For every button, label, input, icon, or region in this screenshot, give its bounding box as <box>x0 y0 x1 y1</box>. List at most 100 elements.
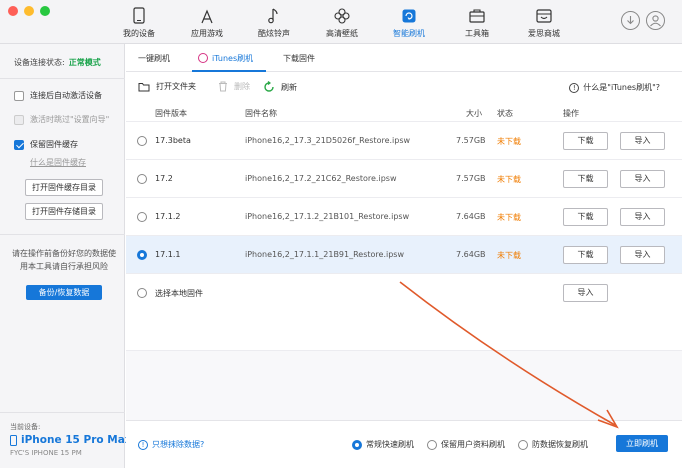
nav-label: 工具箱 <box>465 29 489 38</box>
what-is-cache-link[interactable]: 什么是固件缓存 <box>30 157 86 168</box>
current-device-name[interactable]: iPhone 15 Pro Max <box>10 434 132 446</box>
import-button[interactable]: 导入 <box>620 132 665 150</box>
device-name-text: iPhone 15 Pro Max <box>21 434 132 446</box>
firmware-radio[interactable] <box>137 212 147 222</box>
music-note-icon <box>268 8 278 24</box>
status-label: 设备连接状态: <box>14 58 65 67</box>
firmware-row-selected[interactable]: 17.1.1 iPhone16,2_17.1.1_21B91_Restore.i… <box>126 235 682 273</box>
local-firmware-label: 选择本地固件 <box>155 289 203 298</box>
option-label: 保留固件缓存 <box>30 140 78 149</box>
mode-radio[interactable] <box>352 439 362 450</box>
refresh-button[interactable]: 刷新 <box>263 81 297 93</box>
open-folder-button[interactable]: 打开文件夹 <box>138 81 196 92</box>
user-account-button[interactable] <box>646 11 665 30</box>
backup-warning-note: 请在操作前备份好您的数据使用本工具请自行承担风险 <box>12 249 116 271</box>
col-name-header: 固件名称 <box>245 109 277 118</box>
mode-radio[interactable] <box>518 439 528 450</box>
nav-ringtones[interactable]: 酷炫铃声 <box>239 5 309 39</box>
user-icon <box>650 15 661 27</box>
download-button[interactable]: 下载 <box>563 132 608 150</box>
status-value: 正常模式 <box>68 58 101 67</box>
mode-label: 防数据恢复刷机 <box>532 440 588 449</box>
connection-status: 设备连接状态: 正常模式 <box>14 57 101 68</box>
import-button[interactable]: 导入 <box>620 208 665 226</box>
nav-wallpapers[interactable]: 高清壁纸 <box>307 5 377 39</box>
firmware-radio[interactable] <box>137 174 147 184</box>
flower-icon <box>334 8 350 24</box>
flash-now-button[interactable]: 立即刷机 <box>616 435 668 452</box>
firmware-row[interactable]: 17.3beta iPhone16,2_17.3_21D5026f_Restor… <box>126 121 682 159</box>
skip-setup-option: 激活时跳过"设置向导" <box>14 114 109 125</box>
folder-icon <box>138 82 150 91</box>
action-bar: 打开文件夹 删除 刷新 ! 什么是"iTunes刷机"? <box>126 80 682 96</box>
mode-anti-recovery[interactable]: 防数据恢复刷机 <box>518 439 588 450</box>
active-tab-indicator <box>192 70 266 72</box>
auto-activate-option[interactable]: 连接后自动激活设备 <box>14 90 102 101</box>
erase-data-link[interactable]: ! 只想抹除数据? <box>138 439 204 450</box>
open-storage-dir-button[interactable]: 打开固件存储目录 <box>25 203 103 220</box>
open-cache-dir-button[interactable]: 打开固件缓存目录 <box>25 179 103 196</box>
firmware-version: 17.1.2 <box>155 212 181 221</box>
local-firmware-row[interactable]: 选择本地固件 导入 <box>126 273 682 311</box>
backup-restore-button[interactable]: 备份/恢复数据 <box>26 285 102 300</box>
firmware-size: 7.57GB <box>456 174 486 183</box>
mode-quick-flash[interactable]: 常规快速刷机 <box>352 439 414 450</box>
firmware-status: 未下载 <box>497 137 521 146</box>
erase-label: 只想抹除数据? <box>152 440 205 449</box>
delete-button: 删除 <box>218 81 250 92</box>
empty-table-area <box>126 350 682 420</box>
import-button[interactable]: 导入 <box>620 170 665 188</box>
firmware-radio[interactable] <box>137 136 147 146</box>
flash-tabs: 一键刷机 iTunes刷机 下载固件 <box>126 44 682 72</box>
import-local-button[interactable]: 导入 <box>563 284 608 302</box>
device-nickname: FYC'S IPHONE 15 PM <box>10 449 82 457</box>
firmware-radio[interactable] <box>137 250 147 260</box>
download-button[interactable]: 下载 <box>563 208 608 226</box>
mode-radio[interactable] <box>427 439 437 450</box>
firmware-size: 7.64GB <box>456 212 486 221</box>
what-is-itunes-flash-link[interactable]: ! 什么是"iTunes刷机"? <box>569 82 660 93</box>
firmware-filename: iPhone16,2_17.1.1_21B91_Restore.ipsw <box>245 250 405 259</box>
main-nav: 我的设备 应用游戏 酷炫铃声 高清壁纸 智能刷机 工具箱 爱思商城 <box>0 0 682 44</box>
import-button[interactable]: 导入 <box>620 246 665 264</box>
divider <box>0 78 125 79</box>
nav-toolbox[interactable]: 工具箱 <box>442 5 512 39</box>
nav-apps-games[interactable]: 应用游戏 <box>172 5 242 39</box>
checkbox[interactable] <box>14 139 24 150</box>
top-toolbar: 我的设备 应用游戏 酷炫铃声 高清壁纸 智能刷机 工具箱 爱思商城 <box>0 0 682 44</box>
info-icon: ! <box>569 82 580 93</box>
firmware-status: 未下载 <box>497 251 521 260</box>
nav-label: 高清壁纸 <box>326 29 358 38</box>
nav-my-device[interactable]: 我的设备 <box>104 5 174 39</box>
firmware-radio[interactable] <box>137 288 147 298</box>
tab-download-firmware[interactable]: 下载固件 <box>283 53 315 64</box>
divider <box>0 234 125 235</box>
firmware-filename: iPhone16,2_17.1.2_21B101_Restore.ipsw <box>245 212 410 221</box>
flash-icon <box>402 9 416 23</box>
option-label: 连接后自动激活设备 <box>30 91 102 100</box>
nav-smart-flash[interactable]: 智能刷机 <box>374 5 444 39</box>
download-button[interactable]: 下载 <box>563 246 608 264</box>
firmware-status: 未下载 <box>497 175 521 184</box>
flash-footer: ! 只想抹除数据? 常规快速刷机 保留用户资料刷机 防数据恢复刷机 立即刷机 <box>126 420 682 468</box>
checkbox[interactable] <box>14 90 24 101</box>
mode-keep-user-data[interactable]: 保留用户资料刷机 <box>427 439 505 450</box>
nav-store[interactable]: 爱思商城 <box>509 5 579 39</box>
keep-firmware-cache-option[interactable]: 保留固件缓存 <box>14 139 78 150</box>
firmware-size: 7.64GB <box>456 250 486 259</box>
firmware-row[interactable]: 17.1.2 iPhone16,2_17.1.2_21B101_Restore.… <box>126 197 682 235</box>
tab-label: iTunes刷机 <box>212 54 254 63</box>
current-device-label: 当前设备: <box>10 423 41 431</box>
download-button[interactable]: 下载 <box>563 170 608 188</box>
firmware-row[interactable]: 17.2 iPhone16,2_17.2_21C62_Restore.ipsw … <box>126 159 682 197</box>
download-manager-button[interactable] <box>621 11 640 30</box>
action-label: 删除 <box>234 82 250 91</box>
nav-label: 我的设备 <box>123 29 155 38</box>
tab-itunes-flash[interactable]: iTunes刷机 <box>198 53 253 64</box>
main-panel: 一键刷机 iTunes刷机 下载固件 打开文件夹 删除 刷新 ! 什么是"iTu… <box>126 44 682 468</box>
firmware-filename: iPhone16,2_17.3_21D5026f_Restore.ipsw <box>245 136 411 145</box>
col-status-header: 状态 <box>497 109 513 118</box>
tab-one-click-flash[interactable]: 一键刷机 <box>138 53 170 64</box>
info-icon: ! <box>138 439 148 450</box>
itunes-icon <box>198 53 208 63</box>
